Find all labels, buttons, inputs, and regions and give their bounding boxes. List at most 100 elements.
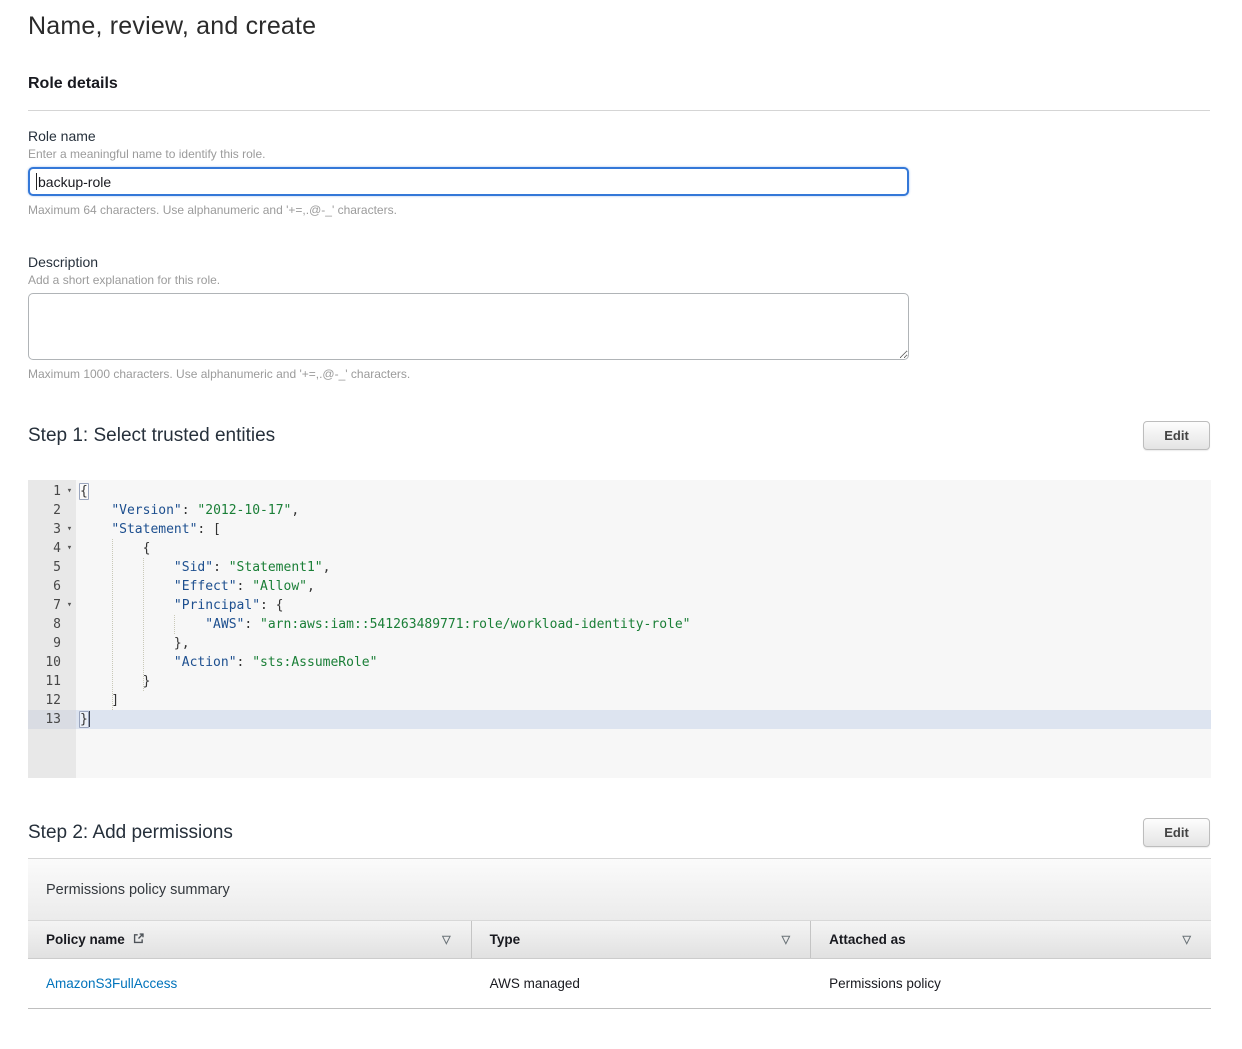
code-line[interactable]: "Version": "2012-10-17", (76, 501, 1211, 520)
description-hint: Add a short explanation for this role. (28, 273, 1210, 287)
description-constraint: Maximum 1000 characters. Use alphanumeri… (28, 367, 1210, 381)
step2-edit-button[interactable]: Edit (1143, 818, 1210, 847)
line-number: 6 (28, 577, 63, 596)
permissions-summary-title: Permissions policy summary (28, 859, 1211, 921)
code-line[interactable]: ] (76, 691, 1211, 710)
json-punctuation: : (244, 617, 260, 632)
fold-toggle-icon[interactable]: ▾ (63, 539, 76, 558)
column-header-policy-name[interactable]: Policy name ▽ (28, 921, 472, 958)
json-punctuation (80, 522, 111, 537)
json-punctuation: ] (80, 693, 119, 708)
gutter-line: 5 (28, 558, 76, 577)
role-name-label: Role name (28, 128, 1210, 144)
code-line[interactable]: "Action": "sts:AssumeRole" (76, 653, 1211, 672)
json-punctuation: : (213, 560, 229, 575)
gutter-line: 11 (28, 672, 76, 691)
code-line[interactable]: } (76, 672, 1211, 691)
json-punctuation: , (323, 560, 331, 575)
code-line[interactable]: "Principal": { (76, 596, 1211, 615)
json-key: "Effect" (174, 579, 237, 594)
step1-header-row: Step 1: Select trusted entities Edit (28, 421, 1210, 450)
gutter-line: 4▾ (28, 539, 76, 558)
gutter-line: 6 (28, 577, 76, 596)
json-punctuation: , (291, 503, 299, 518)
json-key: "AWS" (205, 617, 244, 632)
json-punctuation: } (79, 711, 89, 728)
column-label: Policy name (46, 932, 125, 947)
gutter-line: 7▾ (28, 596, 76, 615)
fold-toggle-icon[interactable]: ▾ (63, 596, 76, 615)
editor-code[interactable]: { "Version": "2012-10-17", "Statement": … (76, 480, 1211, 778)
gutter-line: 12 (28, 691, 76, 710)
line-number: 8 (28, 615, 63, 634)
step1-edit-button[interactable]: Edit (1143, 421, 1210, 450)
json-string: "sts:AssumeRole" (252, 655, 377, 670)
line-number: 9 (28, 634, 63, 653)
json-string: "arn:aws:iam::541263489771:role/workload… (260, 617, 690, 632)
line-number: 2 (28, 501, 63, 520)
role-name-hint: Enter a meaningful name to identify this… (28, 147, 1210, 161)
sort-icon[interactable]: ▽ (782, 933, 790, 946)
line-number: 10 (28, 653, 63, 672)
line-number: 4 (28, 539, 63, 558)
json-string: "2012-10-17" (197, 503, 291, 518)
json-key: "Version" (111, 503, 181, 518)
sort-icon[interactable]: ▽ (442, 933, 450, 946)
step2-heading: Step 2: Add permissions (28, 822, 233, 844)
line-number: 12 (28, 691, 63, 710)
text-caret (36, 173, 37, 190)
gutter-line: 9 (28, 634, 76, 653)
json-punctuation: , (307, 579, 315, 594)
line-number: 13 (28, 710, 63, 729)
cell-attached-as: Permissions policy (811, 959, 1211, 1008)
json-string: "Statement1" (229, 560, 323, 575)
column-label: Type (490, 932, 521, 947)
json-punctuation (80, 655, 174, 670)
gutter-line: 10 (28, 653, 76, 672)
code-line[interactable]: "AWS": "arn:aws:iam::541263489771:role/w… (76, 615, 1211, 634)
gutter-line: 8 (28, 615, 76, 634)
page-title: Name, review, and create (28, 12, 1210, 41)
page: Name, review, and create Role details Ro… (0, 12, 1242, 1009)
code-line[interactable]: { (76, 482, 1211, 501)
cell-type: AWS managed (472, 959, 812, 1008)
fold-toggle-icon[interactable]: ▾ (63, 520, 76, 539)
json-punctuation: : (182, 503, 198, 518)
code-line[interactable]: { (76, 539, 1211, 558)
policy-table-header: Policy name ▽ Type ▽ Attached as (28, 921, 1211, 959)
json-punctuation: { (80, 541, 150, 556)
sort-icon[interactable]: ▽ (1183, 933, 1191, 946)
json-punctuation: : [ (197, 522, 220, 537)
description-textarea[interactable] (28, 293, 909, 360)
step2-header-row: Step 2: Add permissions Edit (28, 818, 1210, 847)
editor-gutter: 1▾23▾4▾567▾8910111213 (28, 480, 76, 778)
line-number: 1 (28, 482, 63, 501)
external-link-icon (132, 932, 145, 948)
code-line[interactable]: "Effect": "Allow", (76, 577, 1211, 596)
column-label: Attached as (829, 932, 906, 947)
column-header-attached-as[interactable]: Attached as ▽ (811, 921, 1211, 958)
json-key: "Principal" (174, 598, 260, 613)
trust-policy-editor[interactable]: 1▾23▾4▾567▾8910111213 { "Version": "2012… (28, 480, 1211, 778)
cell-policy-name: AmazonS3FullAccess (28, 959, 472, 1008)
fold-toggle-icon[interactable]: ▾ (63, 482, 76, 501)
code-line[interactable]: "Statement": [ (76, 520, 1211, 539)
permissions-summary-panel: Permissions policy summary Policy name ▽ (28, 858, 1211, 1009)
code-line[interactable]: "Sid": "Statement1", (76, 558, 1211, 577)
editor-caret (89, 711, 90, 727)
json-punctuation: : { (260, 598, 283, 613)
json-punctuation (80, 579, 174, 594)
json-punctuation: : (237, 579, 253, 594)
gutter-line: 1▾ (28, 482, 76, 501)
role-name-constraint: Maximum 64 characters. Use alphanumeric … (28, 203, 1210, 217)
code-line[interactable]: }, (76, 634, 1211, 653)
json-punctuation (80, 503, 111, 518)
code-line[interactable]: } (76, 710, 1211, 729)
column-header-type[interactable]: Type ▽ (472, 921, 812, 958)
role-name-input[interactable] (28, 167, 909, 196)
role-name-field-wrap (28, 167, 909, 196)
json-key: "Statement" (111, 522, 197, 537)
json-string: "Allow" (252, 579, 307, 594)
json-punctuation: { (79, 483, 89, 500)
policy-name-link[interactable]: AmazonS3FullAccess (46, 976, 177, 991)
